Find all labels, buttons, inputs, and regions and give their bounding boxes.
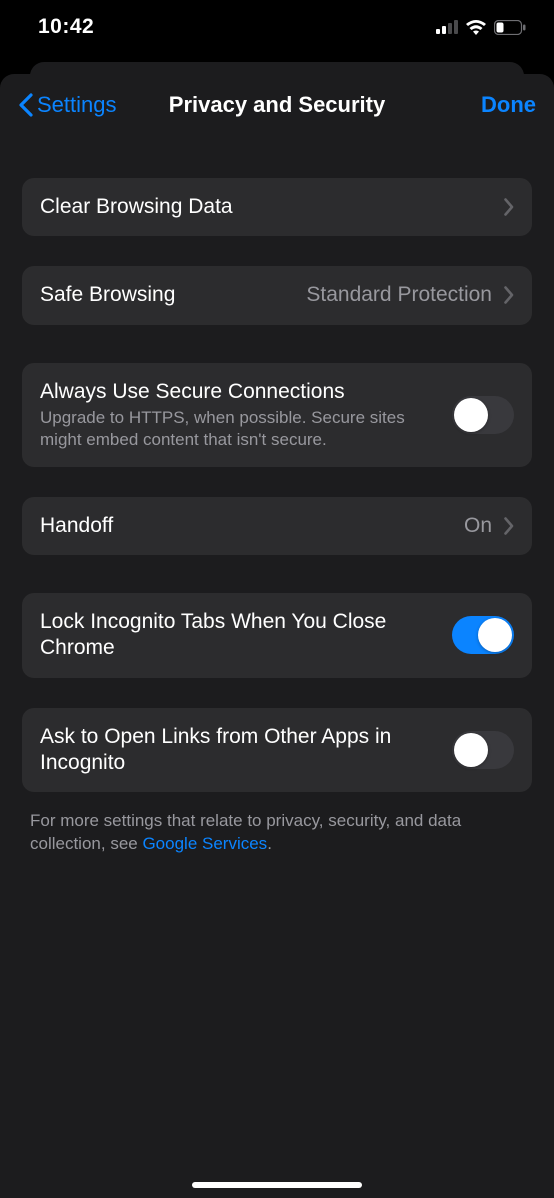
toggle-knob — [454, 733, 488, 767]
done-button[interactable]: Done — [481, 92, 536, 118]
cell-label: Clear Browsing Data — [40, 194, 233, 220]
secure-connections-row: Always Use Secure Connections Upgrade to… — [22, 363, 532, 467]
page-title: Privacy and Security — [169, 92, 385, 118]
chevron-right-icon — [504, 517, 514, 535]
cell-label: Always Use Secure Connections — [40, 379, 440, 405]
toggle-knob — [478, 618, 512, 652]
ask-open-links-toggle[interactable] — [452, 731, 514, 769]
chevron-right-icon — [504, 198, 514, 216]
cell-label: Ask to Open Links from Other Apps in Inc… — [40, 724, 440, 777]
content: Clear Browsing Data Safe Browsing Standa… — [0, 136, 554, 856]
status-icons — [436, 19, 526, 35]
cellular-icon — [436, 20, 458, 34]
cell-value: Standard Protection — [306, 283, 492, 307]
safe-browsing-row[interactable]: Safe Browsing Standard Protection — [22, 266, 532, 324]
chevron-right-icon — [504, 286, 514, 304]
cell-label: Safe Browsing — [40, 282, 175, 308]
handoff-row[interactable]: Handoff On — [22, 497, 532, 555]
google-services-link[interactable]: Google Services — [142, 834, 267, 853]
battery-icon — [494, 20, 526, 35]
footer-text: For more settings that relate to privacy… — [22, 792, 532, 856]
lock-incognito-row: Lock Incognito Tabs When You Close Chrom… — [22, 593, 532, 678]
cell-label: Handoff — [40, 513, 113, 539]
lock-incognito-toggle[interactable] — [452, 616, 514, 654]
ask-open-links-row: Ask to Open Links from Other Apps in Inc… — [22, 708, 532, 793]
home-indicator[interactable] — [192, 1182, 362, 1188]
clear-browsing-data-row[interactable]: Clear Browsing Data — [22, 178, 532, 236]
wifi-icon — [465, 19, 487, 35]
status-bar: 10:42 — [0, 0, 554, 54]
cell-value: On — [464, 514, 492, 538]
nav-bar: Settings Privacy and Security Done — [0, 74, 554, 136]
chevron-left-icon — [18, 93, 33, 117]
secure-connections-toggle[interactable] — [452, 396, 514, 434]
back-label: Settings — [37, 92, 117, 118]
status-time: 10:42 — [38, 15, 94, 39]
cell-label: Lock Incognito Tabs When You Close Chrom… — [40, 609, 440, 662]
cell-subtitle: Upgrade to HTTPS, when possible. Secure … — [40, 407, 440, 451]
footer-text-after: . — [267, 834, 272, 853]
toggle-knob — [454, 398, 488, 432]
back-button[interactable]: Settings — [18, 92, 117, 118]
settings-sheet: Settings Privacy and Security Done Clear… — [0, 74, 554, 1198]
